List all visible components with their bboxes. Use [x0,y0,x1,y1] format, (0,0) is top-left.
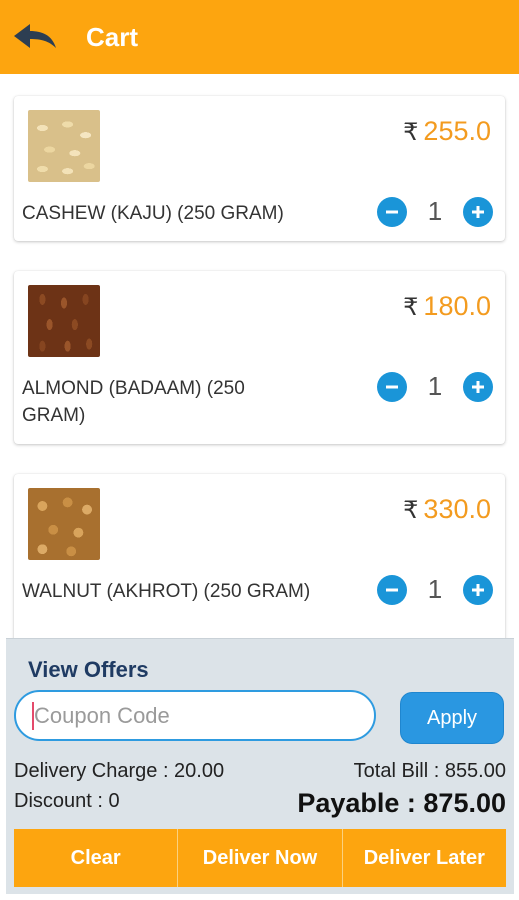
cart-item-card: ₹ 330.0 WALNUT (AKHROT) (250 GRAM) 1 [14,474,505,638]
coupon-code-input[interactable] [14,690,376,741]
price-value: 255.0 [423,116,491,146]
increase-quantity-button[interactable] [463,371,493,402]
action-bar: Clear Deliver Now Deliver Later [14,829,506,887]
price-value: 330.0 [423,494,491,524]
payable-amount: Payable : 875.00 [297,788,506,818]
discount: Discount : 0 [14,790,120,812]
item-name: ALMOND (BADAAM) (250 GRAM) [22,378,245,426]
text-cursor [32,702,34,730]
increase-quantity-button[interactable] [463,196,493,227]
quantity-stepper: 1 [377,574,493,605]
back-arrow-icon [14,24,56,48]
quantity-value: 1 [427,196,443,226]
plus-icon [472,205,484,218]
item-price: ₹ 255.0 [403,116,491,147]
minus-icon [386,210,398,213]
item-price: ₹ 180.0 [403,291,491,322]
quantity-stepper: 1 [377,371,493,402]
cart-item-card: ₹ 180.0 ALMOND (BADAAM) (250 GRAM) 1 [14,271,505,444]
price-value: 180.0 [423,291,491,321]
back-button[interactable] [0,0,70,74]
deliver-now-button[interactable]: Deliver Now [177,829,342,887]
item-name: WALNUT (AKHROT) (250 GRAM) [22,581,311,602]
delivery-charge: Delivery Charge : 20.00 [14,760,225,782]
quantity-value: 1 [427,574,443,604]
almond-image [28,285,100,357]
cart-item-card: ₹ 255.0 CASHEW (KAJU) (250 GRAM) 1 [14,96,505,241]
rupee-icon: ₹ [403,294,419,321]
decrease-quantity-button[interactable] [377,574,407,605]
plus-icon [472,380,484,393]
app-bar: Cart [0,0,519,74]
cashew-image [28,110,100,182]
quantity-value: 1 [427,371,443,401]
clear-button[interactable]: Clear [14,829,178,887]
page-title: Cart [86,21,139,52]
rupee-icon: ₹ [403,119,419,146]
decrease-quantity-button[interactable] [377,196,407,227]
apply-coupon-button[interactable]: Apply [400,692,504,744]
plus-icon [472,583,484,596]
cart-list[interactable]: ₹ 255.0 CASHEW (KAJU) (250 GRAM) 1 ₹ 180… [0,74,519,638]
minus-icon [386,385,398,388]
increase-quantity-button[interactable] [463,574,493,605]
item-price: ₹ 330.0 [403,494,491,525]
quantity-stepper: 1 [377,196,493,227]
walnut-image [28,488,100,560]
rupee-icon: ₹ [403,497,419,524]
total-bill: Total Bill : 855.00 [353,760,506,782]
checkout-panel: View Offers Apply Delivery Charge : 20.0… [6,638,514,894]
item-name: CASHEW (KAJU) (250 GRAM) [22,203,284,224]
decrease-quantity-button[interactable] [377,371,407,402]
view-offers-link[interactable]: View Offers [28,657,149,683]
minus-icon [386,588,398,591]
deliver-later-button[interactable]: Deliver Later [341,829,506,887]
